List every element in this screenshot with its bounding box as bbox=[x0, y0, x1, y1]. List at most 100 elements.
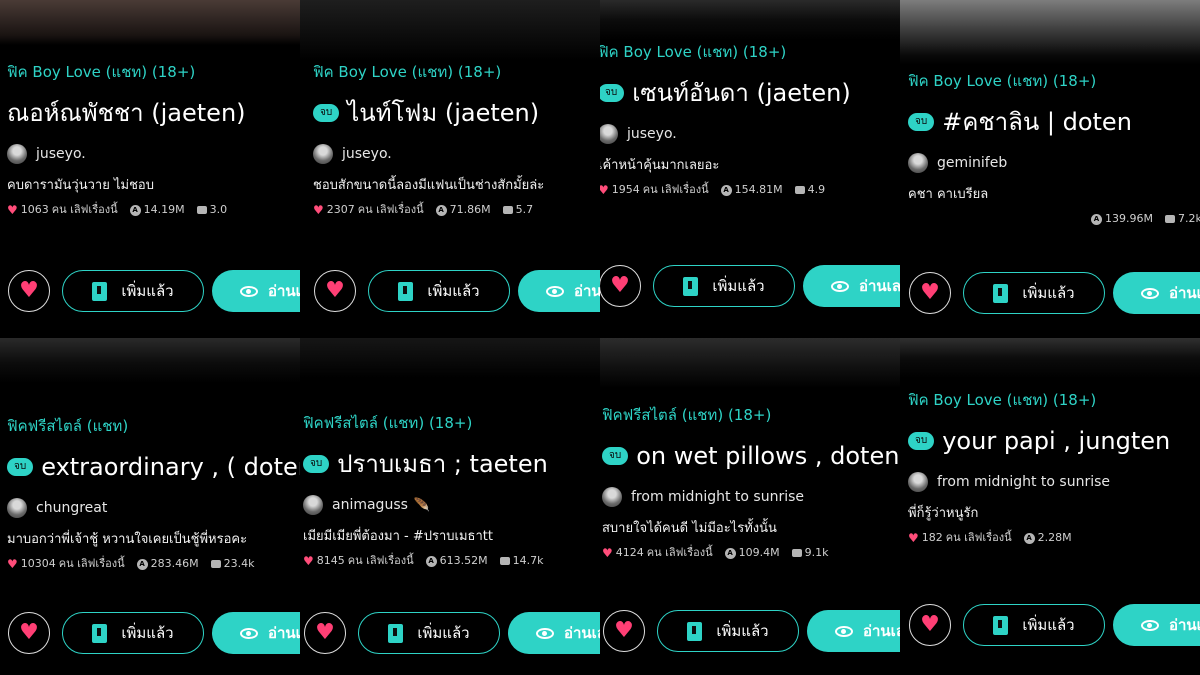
author-name[interactable]: chungreat bbox=[36, 500, 107, 516]
finished-badge: จบ bbox=[313, 104, 340, 122]
view-count: 2.28M bbox=[1037, 531, 1072, 544]
avatar[interactable] bbox=[313, 144, 333, 164]
heart-icon: ♥ bbox=[7, 203, 18, 217]
story-info: ฟิค Boy Love (แชท) (18+) จบ your papi , ju… bbox=[908, 390, 1200, 546]
read-now-button[interactable]: อ่านเลย bbox=[807, 610, 900, 652]
heart-icon: ♥ bbox=[614, 618, 634, 643]
author-name[interactable]: juseyo. bbox=[36, 146, 86, 162]
love-button[interactable]: ♥ bbox=[600, 265, 641, 307]
author-name[interactable]: from midnight to sunrise bbox=[631, 489, 804, 505]
added-to-library-button[interactable]: เพิ่มแล้ว bbox=[963, 604, 1105, 646]
book-icon bbox=[388, 623, 404, 643]
author-row: from midnight to sunrise bbox=[602, 485, 900, 509]
author-row: geminifeb bbox=[908, 151, 1200, 175]
avatar[interactable] bbox=[602, 487, 622, 507]
love-button[interactable]: ♥ bbox=[304, 612, 346, 654]
eye-icon bbox=[1141, 619, 1159, 631]
story-description: สบายใจได้คนดี ไม่มีอะไรทั้งนั้น bbox=[602, 521, 777, 536]
comment-icon bbox=[794, 186, 805, 194]
read-now-button[interactable]: อ่านเลย bbox=[1113, 604, 1200, 646]
read-now-button[interactable]: อ่านเลย bbox=[1113, 272, 1200, 314]
avatar[interactable] bbox=[600, 124, 618, 144]
love-button[interactable]: ♥ bbox=[909, 272, 951, 314]
love-button[interactable]: ♥ bbox=[314, 270, 356, 312]
story-grid: ฟิค Boy Love (แชท) (18+) ณอห์ณพัชชา (jaet… bbox=[0, 0, 1200, 675]
read-label: อ่านเลย bbox=[863, 622, 900, 640]
love-button[interactable]: ♥ bbox=[603, 610, 645, 652]
read-now-button[interactable]: อ่านเลย bbox=[518, 270, 600, 312]
author-row: juseyo. bbox=[600, 122, 900, 146]
added-to-library-button[interactable]: เพิ่มแล้ว bbox=[62, 270, 204, 312]
feather-icon: 🪶 bbox=[413, 497, 431, 513]
title-row: ณอห์ณพัชชา (jaeten) bbox=[7, 96, 300, 130]
added-label: เพิ่มแล้ว bbox=[427, 282, 480, 300]
story-title[interactable]: เซนท์อันดา (jaeten) bbox=[632, 78, 850, 108]
story-stats: ♥ 4124 คน เลิฟเรื่องนี้ A 109.4M 9.1k bbox=[602, 545, 900, 561]
read-label: อ่านเลย bbox=[1169, 284, 1200, 302]
read-now-button[interactable]: อ่านเลย bbox=[212, 270, 300, 312]
action-bar: ♥ เพิ่มแล้ว อ่านเลย bbox=[304, 612, 600, 654]
story-title[interactable]: #คชาลิน | doten bbox=[942, 107, 1132, 137]
story-card[interactable]: ฟิค Boy Love (แชท) (18+) จบ เซนท์อันดา (ja… bbox=[600, 0, 900, 337]
view-count: 71.86M bbox=[449, 203, 491, 216]
love-button[interactable]: ♥ bbox=[8, 612, 50, 654]
read-now-button[interactable]: อ่านเลย bbox=[803, 265, 900, 307]
author-name[interactable]: juseyo. bbox=[627, 126, 677, 142]
story-title[interactable]: your papi , jungten bbox=[942, 426, 1170, 456]
story-card[interactable]: ฟิค Boy Love (แชท) (18+) จบ #คชาลิน | dote… bbox=[900, 0, 1200, 337]
views-icon: A bbox=[1091, 213, 1102, 225]
love-button[interactable]: ♥ bbox=[909, 604, 951, 646]
story-card[interactable]: ฟิคฟรีสไตล์ (แชท) (18+) จบ ปราบเมธา ; taet… bbox=[300, 338, 600, 675]
added-to-library-button[interactable]: เพิ่มแล้ว bbox=[653, 265, 795, 307]
story-description: เมียมีเมียพี่ต้องมา - #ปราบเมธาtt bbox=[303, 529, 493, 544]
avatar[interactable] bbox=[908, 153, 928, 173]
heart-icon: ♥ bbox=[313, 203, 324, 217]
story-title[interactable]: ไนท์โฟม (jaeten) bbox=[347, 98, 539, 128]
story-stats: ♥ 2307 คน เลิฟเรื่องนี้ A 71.86M 5.7 bbox=[313, 202, 600, 218]
book-icon bbox=[92, 623, 108, 643]
love-count: 4124 bbox=[615, 546, 644, 559]
view-count: 139.96M bbox=[1105, 212, 1153, 225]
read-now-button[interactable]: อ่านเลย bbox=[212, 612, 300, 654]
story-title[interactable]: ปราบเมธา ; taeten bbox=[337, 449, 548, 479]
action-bar: ♥ เพิ่มแล้ว อ่านเลย bbox=[909, 604, 1200, 646]
author-name[interactable]: geminifeb bbox=[937, 155, 1007, 171]
author-row: animaguss 🪶 bbox=[303, 493, 600, 517]
author-name[interactable]: juseyo. bbox=[342, 146, 392, 162]
author-name[interactable]: from midnight to sunrise bbox=[937, 474, 1110, 490]
title-row: จบ extraordinary , ( doten bbox=[7, 450, 300, 484]
added-to-library-button[interactable]: เพิ่มแล้ว bbox=[963, 272, 1105, 314]
story-title[interactable]: extraordinary , ( doten bbox=[41, 452, 300, 482]
read-now-button[interactable]: อ่านเลย bbox=[508, 612, 600, 654]
comment-icon bbox=[210, 560, 221, 568]
heart-icon: ♥ bbox=[920, 280, 940, 305]
comment-icon bbox=[502, 206, 513, 214]
added-to-library-button[interactable]: เพิ่มแล้ว bbox=[358, 612, 500, 654]
story-stats: ♥ 1954 คน เลิฟเรื่องนี้ A 154.81M 4.9 bbox=[600, 182, 900, 198]
avatar[interactable] bbox=[7, 144, 27, 164]
added-to-library-button[interactable]: เพิ่มแล้ว bbox=[368, 270, 510, 312]
avatar[interactable] bbox=[7, 498, 27, 518]
story-info: ฟิค Boy Love (แชท) (18+) ณอห์ณพัชชา (jaet… bbox=[7, 62, 300, 218]
story-card[interactable]: ฟิค Boy Love (แชท) (18+) จบ your papi , ju… bbox=[900, 338, 1200, 675]
story-card[interactable]: ฟิค Boy Love (แชท) (18+) จบ ไนท์โฟม (jaete… bbox=[300, 0, 600, 337]
story-title[interactable]: ณอห์ณพัชชา (jaeten) bbox=[7, 98, 246, 128]
love-count: 10304 bbox=[20, 557, 56, 570]
story-title[interactable]: on wet pillows , doten bbox=[636, 441, 899, 471]
avatar[interactable] bbox=[303, 495, 323, 515]
story-info: ฟิค Boy Love (แชท) (18+) จบ #คชาลิน | dote… bbox=[908, 71, 1200, 227]
story-description: พี่ก็รู้ว่าหนูรัก bbox=[908, 506, 979, 521]
story-card[interactable]: ฟิคฟรีสไตล์ (แชท) จบ extraordinary , ( dot… bbox=[0, 338, 300, 675]
love-count: 182 bbox=[921, 531, 943, 544]
heart-icon: ♥ bbox=[19, 278, 39, 303]
title-row: จบ ปราบเมธา ; taeten bbox=[303, 447, 600, 481]
added-to-library-button[interactable]: เพิ่มแล้ว bbox=[62, 612, 204, 654]
added-to-library-button[interactable]: เพิ่มแล้ว bbox=[657, 610, 799, 652]
avatar[interactable] bbox=[908, 472, 928, 492]
read-label: อ่านเลย bbox=[859, 277, 900, 295]
author-name[interactable]: animaguss bbox=[332, 497, 408, 513]
story-card[interactable]: ฟิค Boy Love (แชท) (18+) ณอห์ณพัชชา (jaet… bbox=[0, 0, 300, 337]
action-bar: ♥ เพิ่มแล้ว อ่านเลย bbox=[603, 610, 900, 652]
love-button[interactable]: ♥ bbox=[8, 270, 50, 312]
story-card[interactable]: ฟิคฟรีสไตล์ (แชท) (18+) จบ on wet pillows … bbox=[600, 338, 900, 675]
